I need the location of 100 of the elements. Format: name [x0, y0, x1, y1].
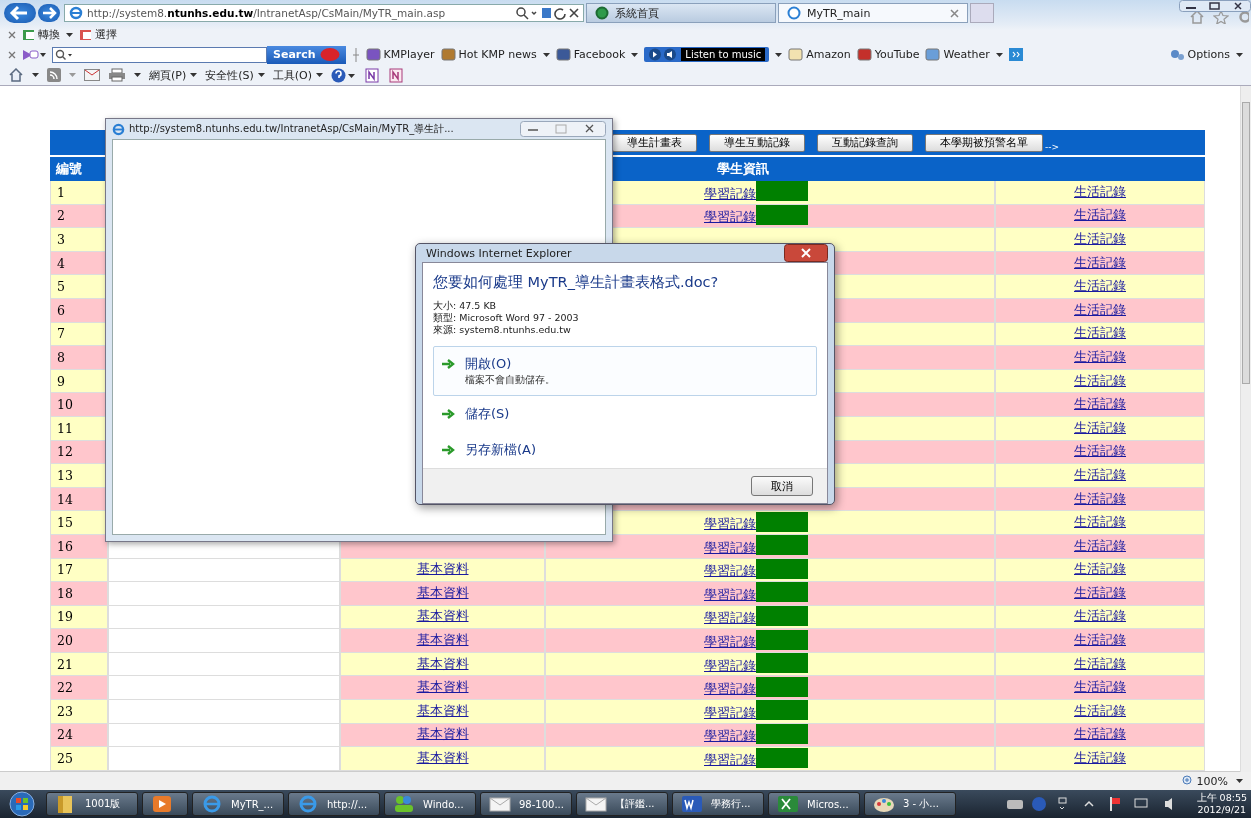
toolbar-link[interactable]: KMPlayer — [365, 48, 435, 61]
toolbar-link[interactable]: Weather — [925, 48, 990, 61]
basic-info-link[interactable]: 基本資料 — [416, 679, 469, 697]
caret-icon[interactable] — [775, 52, 783, 57]
taskbar-button[interactable]: MyTR_... — [192, 792, 284, 816]
life-record-link[interactable]: 生活記錄 — [1074, 183, 1126, 201]
toolbar-link[interactable]: Facebook — [555, 48, 626, 61]
toolbar-logo-icon[interactable] — [22, 48, 46, 61]
back-button[interactable] — [4, 3, 36, 23]
life-record-link[interactable]: 生活記錄 — [1074, 466, 1126, 484]
taskbar-button[interactable]: 3 - 小... — [864, 792, 956, 816]
page-nav-button[interactable]: 本學期被預警名單 — [925, 133, 1043, 152]
search-refresh-stop-icon[interactable] — [515, 6, 579, 20]
life-record-link[interactable]: 生活記錄 — [1074, 325, 1126, 343]
caret-icon[interactable] — [631, 52, 639, 57]
life-record-link[interactable]: 生活記錄 — [1074, 561, 1126, 579]
page-nav-button[interactable]: 互動記錄查詢 — [817, 133, 913, 152]
basic-info-link[interactable]: 基本資料 — [416, 702, 469, 720]
life-record-link[interactable]: 生活記錄 — [1074, 702, 1126, 720]
caret-icon[interactable] — [66, 32, 73, 37]
browser-tab[interactable]: MyTR_main — [778, 3, 968, 23]
star-icon[interactable] — [1213, 10, 1229, 24]
options-button[interactable]: Options — [1168, 48, 1230, 61]
command-button[interactable]: 選擇 — [79, 27, 117, 42]
basic-info-link[interactable]: 基本資料 — [416, 655, 469, 673]
taskbar-button[interactable]: http://... — [288, 792, 380, 816]
life-record-link[interactable]: 生活記錄 — [1074, 348, 1126, 366]
life-record-link[interactable]: 生活記錄 — [1074, 655, 1126, 673]
life-record-link[interactable]: 生活記錄 — [1074, 750, 1126, 768]
life-record-link[interactable]: 生活記錄 — [1074, 254, 1126, 272]
life-record-link[interactable]: 生活記錄 — [1074, 372, 1126, 390]
close-icon[interactable] — [950, 8, 959, 18]
learning-record-link[interactable]: 學習記錄 — [704, 586, 756, 604]
learning-record-link[interactable]: 學習記錄 — [704, 657, 756, 675]
life-record-link[interactable]: 生活記錄 — [1074, 537, 1126, 555]
life-record-link[interactable]: 生活記錄 — [1074, 231, 1126, 248]
help-icon[interactable] — [331, 67, 356, 83]
learning-record-link[interactable]: 學習記錄 — [704, 704, 756, 722]
scrollbar[interactable] — [1240, 86, 1251, 772]
dialog-option[interactable]: 開啟(O) 檔案不會自動儲存。 — [433, 346, 817, 396]
life-record-link[interactable]: 生活記錄 — [1074, 608, 1126, 626]
life-record-link[interactable]: 生活記錄 — [1074, 278, 1126, 296]
basic-info-link[interactable]: 基本資料 — [416, 608, 469, 626]
learning-record-link[interactable]: 學習記錄 — [704, 752, 756, 770]
life-record-link[interactable]: 生活記錄 — [1074, 301, 1126, 319]
search-button[interactable]: Search — [267, 45, 346, 64]
learning-record-link[interactable]: 學習記錄 — [704, 681, 756, 699]
search-field[interactable] — [52, 46, 267, 63]
learning-record-link[interactable]: 學習記錄 — [704, 209, 756, 227]
onenote-icon[interactable] — [363, 67, 380, 83]
mail-icon[interactable] — [84, 69, 100, 81]
window-controls[interactable] — [1179, 0, 1251, 12]
menu-item[interactable]: 工具(O) — [272, 67, 324, 83]
scrollbar-thumb[interactable] — [1242, 102, 1250, 384]
taskbar-button[interactable] — [142, 792, 188, 816]
music-player-widget[interactable]: Listen to music — [644, 47, 770, 62]
forward-button[interactable] — [38, 4, 60, 22]
toolbar-link[interactable]: Hot KMP news — [440, 48, 537, 61]
more-icon[interactable] — [1008, 48, 1023, 61]
caret-icon[interactable] — [134, 73, 141, 77]
clock[interactable]: 上午 08:55 2012/9/21 — [1196, 792, 1251, 816]
basic-info-link[interactable]: 基本資料 — [416, 726, 469, 744]
toolbar-link[interactable]: YouTube — [856, 48, 920, 61]
basic-info-link[interactable]: 基本資料 — [416, 750, 469, 768]
close-icon[interactable] — [8, 30, 16, 39]
life-record-link[interactable]: 生活記錄 — [1074, 207, 1126, 225]
taskbar-button[interactable]: 1001版 — [46, 792, 138, 816]
life-record-link[interactable]: 生活記錄 — [1074, 514, 1126, 532]
learning-record-link[interactable]: 學習記錄 — [704, 539, 756, 557]
zoom-level[interactable]: 100% — [1181, 774, 1228, 788]
taskbar-button[interactable]: Micros... — [768, 792, 860, 816]
page-nav-button[interactable]: 導生互動記錄 — [709, 133, 805, 152]
basic-info-link[interactable]: 基本資料 — [416, 584, 469, 602]
command-button[interactable]: 轉換 — [22, 27, 60, 42]
life-record-link[interactable]: 生活記錄 — [1074, 443, 1126, 461]
print-icon[interactable] — [108, 68, 126, 82]
address-field[interactable]: http://system8.ntunhs.edu.tw/IntranetAsp/CsMain/MyTR_main.asp — [64, 4, 584, 22]
close-icon[interactable] — [8, 50, 16, 59]
page-nav-button[interactable]: 導生計畫表 — [612, 133, 697, 152]
life-record-link[interactable]: 生活記錄 — [1074, 396, 1126, 414]
dialog-option[interactable]: 另存新檔(A) — [433, 432, 817, 468]
life-record-link[interactable]: 生活記錄 — [1074, 584, 1126, 602]
life-record-link[interactable]: 生活記錄 — [1074, 490, 1126, 508]
home-icon[interactable] — [8, 68, 24, 82]
life-record-link[interactable]: 生活記錄 — [1074, 679, 1126, 697]
onenote-icon[interactable] — [387, 67, 404, 83]
caret-icon[interactable] — [32, 73, 39, 77]
browser-tab[interactable]: 系統首頁 — [586, 3, 776, 23]
learning-record-link[interactable]: 學習記錄 — [704, 563, 756, 581]
basic-info-link[interactable]: 基本資料 — [416, 632, 469, 650]
feed-icon[interactable] — [47, 68, 61, 82]
taskbar-button[interactable]: 98-100... — [480, 792, 572, 816]
menu-item[interactable]: 網頁(P) — [149, 67, 198, 83]
learning-record-link[interactable]: 學習記錄 — [704, 610, 756, 628]
life-record-link[interactable]: 生活記錄 — [1074, 726, 1126, 744]
caret-icon[interactable] — [542, 52, 550, 57]
taskbar-button[interactable]: Windo... — [384, 792, 476, 816]
taskbar-button[interactable]: 學務行... — [672, 792, 764, 816]
learning-record-link[interactable]: 學習記錄 — [704, 516, 756, 534]
nav-arrow-link[interactable]: --> — [1045, 141, 1060, 152]
